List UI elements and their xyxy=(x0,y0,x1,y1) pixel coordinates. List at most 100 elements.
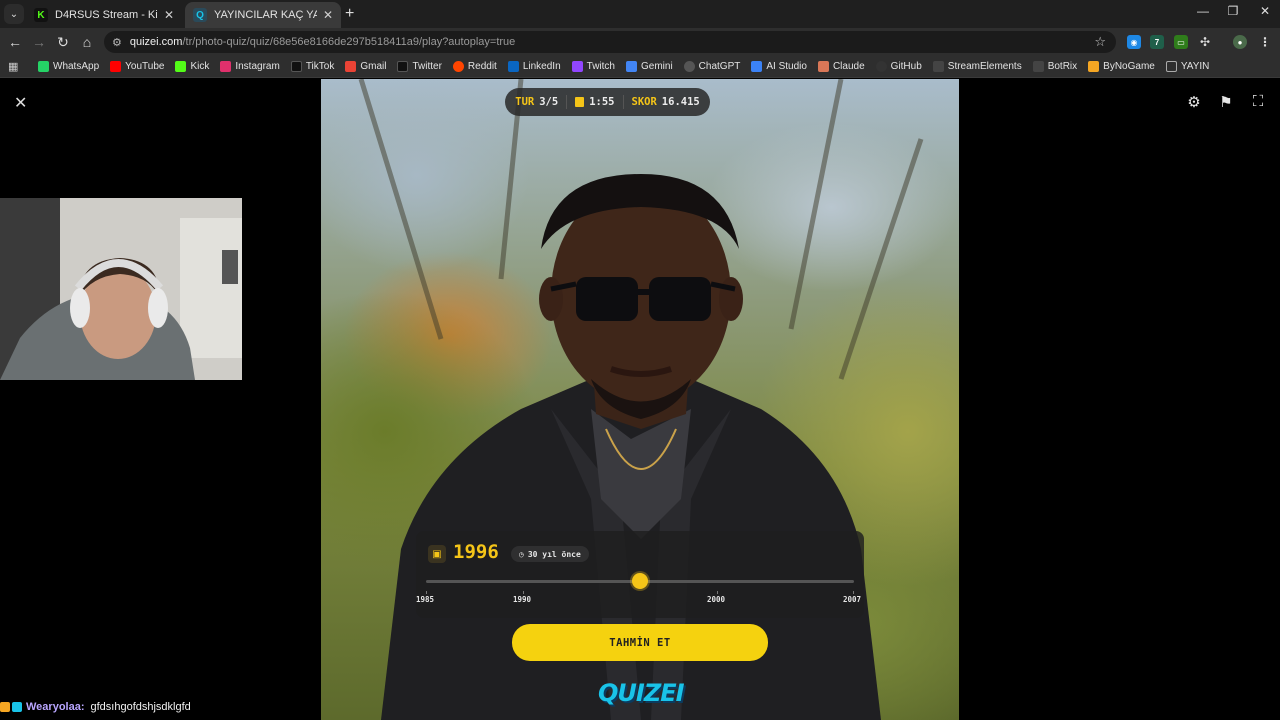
new-tab-icon[interactable]: + xyxy=(345,5,354,23)
forward-icon[interactable]: → xyxy=(30,34,48,50)
divider xyxy=(622,95,624,109)
url-path: /tr/photo-quiz/quiz/68e56e8166de297b5184… xyxy=(182,36,516,48)
x-icon xyxy=(397,61,409,72)
quizei-icon: Q xyxy=(193,8,207,22)
guess-year: 1996 xyxy=(453,541,499,563)
bookmark-item[interactable]: Reddit xyxy=(452,61,497,72)
round-label: TUR xyxy=(515,96,535,108)
whatsapp-icon xyxy=(38,61,49,72)
submit-guess-button[interactable]: TAHMİN ET xyxy=(512,624,768,661)
bookmark-item[interactable]: AI Studio xyxy=(751,61,807,72)
tab-quizei[interactable]: Q YAYINCILAR KAÇ YAŞINDA ? - Q ✕ xyxy=(185,2,341,28)
timer-icon xyxy=(575,97,585,107)
tab-kick-dashboard[interactable]: K D4RSUS Stream - Kick Dashboa ✕ xyxy=(26,2,182,28)
settings-gear-icon[interactable]: ⚙ xyxy=(1184,93,1204,111)
bookmark-item[interactable]: WhatsApp xyxy=(38,61,99,72)
tiktok-icon xyxy=(290,61,302,72)
bookmark-item[interactable]: GitHub xyxy=(875,61,922,72)
report-flag-icon[interactable]: ⚑ xyxy=(1216,93,1236,111)
tab-close-icon[interactable]: ✕ xyxy=(164,8,174,22)
botrix-icon xyxy=(1032,61,1044,72)
extensions-puzzle-icon[interactable]: ✣ xyxy=(1198,35,1212,49)
bookmark-label: Gemini xyxy=(640,61,673,72)
year-guess-panel: ▣ 1996 ◷ 30 yıl önce 1985 1990 2000 2007 xyxy=(416,531,864,618)
bookmark-item[interactable]: Instagram xyxy=(220,61,280,72)
twitch-icon xyxy=(571,61,583,72)
folder-icon xyxy=(1165,61,1177,72)
apps-grid-icon[interactable]: ▦ xyxy=(8,60,22,73)
bookmark-item[interactable]: Claude xyxy=(817,61,865,72)
bookmark-label: StreamElements xyxy=(947,61,1022,72)
chat-badge-icon xyxy=(0,702,10,712)
bookmark-item[interactable]: LinkedIn xyxy=(507,61,561,72)
bookmark-star-icon[interactable]: ☆ xyxy=(1094,34,1106,50)
bookmark-item[interactable]: StreamElements xyxy=(932,61,1022,72)
years-ago-badge: ◷ 30 yıl önce xyxy=(511,546,589,562)
kick-icon xyxy=(175,61,187,72)
tick-mark xyxy=(853,591,854,594)
bookmark-label: GitHub xyxy=(890,61,922,72)
bookmarks-bar: ▦ WhatsApp YouTube Kick Instagram TikTok… xyxy=(0,56,1280,78)
bookmark-label: Gmail xyxy=(360,61,387,72)
url-input[interactable]: ⚙ quizei.com/tr/photo-quiz/quiz/68e56e81… xyxy=(104,31,1116,53)
extension-icon[interactable]: ▭ xyxy=(1174,35,1188,49)
chat-text: gfdsıhgofdshjsdklgfd xyxy=(90,701,191,713)
bookmark-item[interactable]: ChatGPT xyxy=(683,61,740,72)
tick-label: 2007 xyxy=(843,595,862,604)
bookmark-item[interactable]: ByNoGame xyxy=(1088,61,1155,72)
timer-value: 1:55 xyxy=(589,96,615,108)
bookmark-item[interactable]: Gemini xyxy=(625,61,673,72)
bookmark-item[interactable]: BotRix xyxy=(1032,61,1077,72)
bookmark-item[interactable]: Twitter xyxy=(397,61,442,72)
tick-mark xyxy=(523,591,524,594)
close-quiz-icon[interactable]: ✕ xyxy=(14,93,27,113)
gemini-icon xyxy=(625,61,637,72)
tab-title: D4RSUS Stream - Kick Dashboa xyxy=(55,9,158,21)
profile-avatar-icon[interactable]: ● xyxy=(1233,35,1247,49)
bookmark-label: YouTube xyxy=(125,61,165,72)
address-bar: ← → ↻ ⌂ ⚙ quizei.com/tr/photo-quiz/quiz/… xyxy=(0,28,1280,56)
ai-studio-icon xyxy=(751,61,763,72)
divider xyxy=(566,95,568,109)
streamer-webcam xyxy=(0,198,242,380)
restore-icon[interactable]: ❐ xyxy=(1218,4,1248,18)
menu-kebab-icon[interactable]: ⋮ xyxy=(1258,35,1272,49)
bookmark-label: ByNoGame xyxy=(1103,61,1155,72)
reddit-icon xyxy=(452,61,464,72)
site-info-icon[interactable]: ⚙ xyxy=(112,36,122,49)
tab-search-button[interactable]: ⌄ xyxy=(4,4,24,24)
window-close-icon[interactable]: ✕ xyxy=(1250,4,1280,18)
bookmark-item[interactable]: YouTube xyxy=(110,61,164,72)
reload-icon[interactable]: ↻ xyxy=(54,34,72,51)
tick-label: 1985 xyxy=(416,595,435,604)
claude-icon xyxy=(817,61,829,72)
bookmark-label: Twitter xyxy=(412,61,442,72)
instagram-icon xyxy=(220,61,232,72)
fullscreen-icon[interactable]: ⛶ xyxy=(1248,93,1268,110)
chatgpt-icon xyxy=(683,61,695,72)
tick-mark xyxy=(426,591,427,594)
extension-icon[interactable]: 7 xyxy=(1150,35,1164,49)
year-slider-thumb[interactable] xyxy=(632,573,648,589)
home-icon[interactable]: ⌂ xyxy=(78,34,96,50)
bookmark-label: WhatsApp xyxy=(53,61,100,72)
extension-icon[interactable]: ◉ xyxy=(1127,35,1141,49)
years-ago-text: 30 yıl önce xyxy=(527,549,581,559)
bookmark-item[interactable]: TikTok xyxy=(290,61,335,72)
bookmark-label: AI Studio xyxy=(766,61,807,72)
tick-label: 2000 xyxy=(707,595,726,604)
back-icon[interactable]: ← xyxy=(6,34,24,50)
bookmark-item[interactable]: Gmail xyxy=(345,61,386,72)
bookmark-label: TikTok xyxy=(305,61,335,72)
bynogame-icon xyxy=(1088,61,1100,72)
bookmark-label: Claude xyxy=(832,61,865,72)
tick-label: 1990 xyxy=(513,595,532,604)
tab-close-icon[interactable]: ✕ xyxy=(323,8,333,22)
chat-message: Wearyolaa: gfdsıhgofdshjsdklgfd xyxy=(0,699,191,715)
bookmark-item[interactable]: YAYIN xyxy=(1165,61,1209,72)
github-icon xyxy=(875,61,887,72)
minimize-icon[interactable]: — xyxy=(1188,4,1218,18)
bookmark-item[interactable]: Kick xyxy=(175,61,209,72)
tick-mark xyxy=(717,591,718,594)
bookmark-item[interactable]: Twitch xyxy=(571,61,615,72)
